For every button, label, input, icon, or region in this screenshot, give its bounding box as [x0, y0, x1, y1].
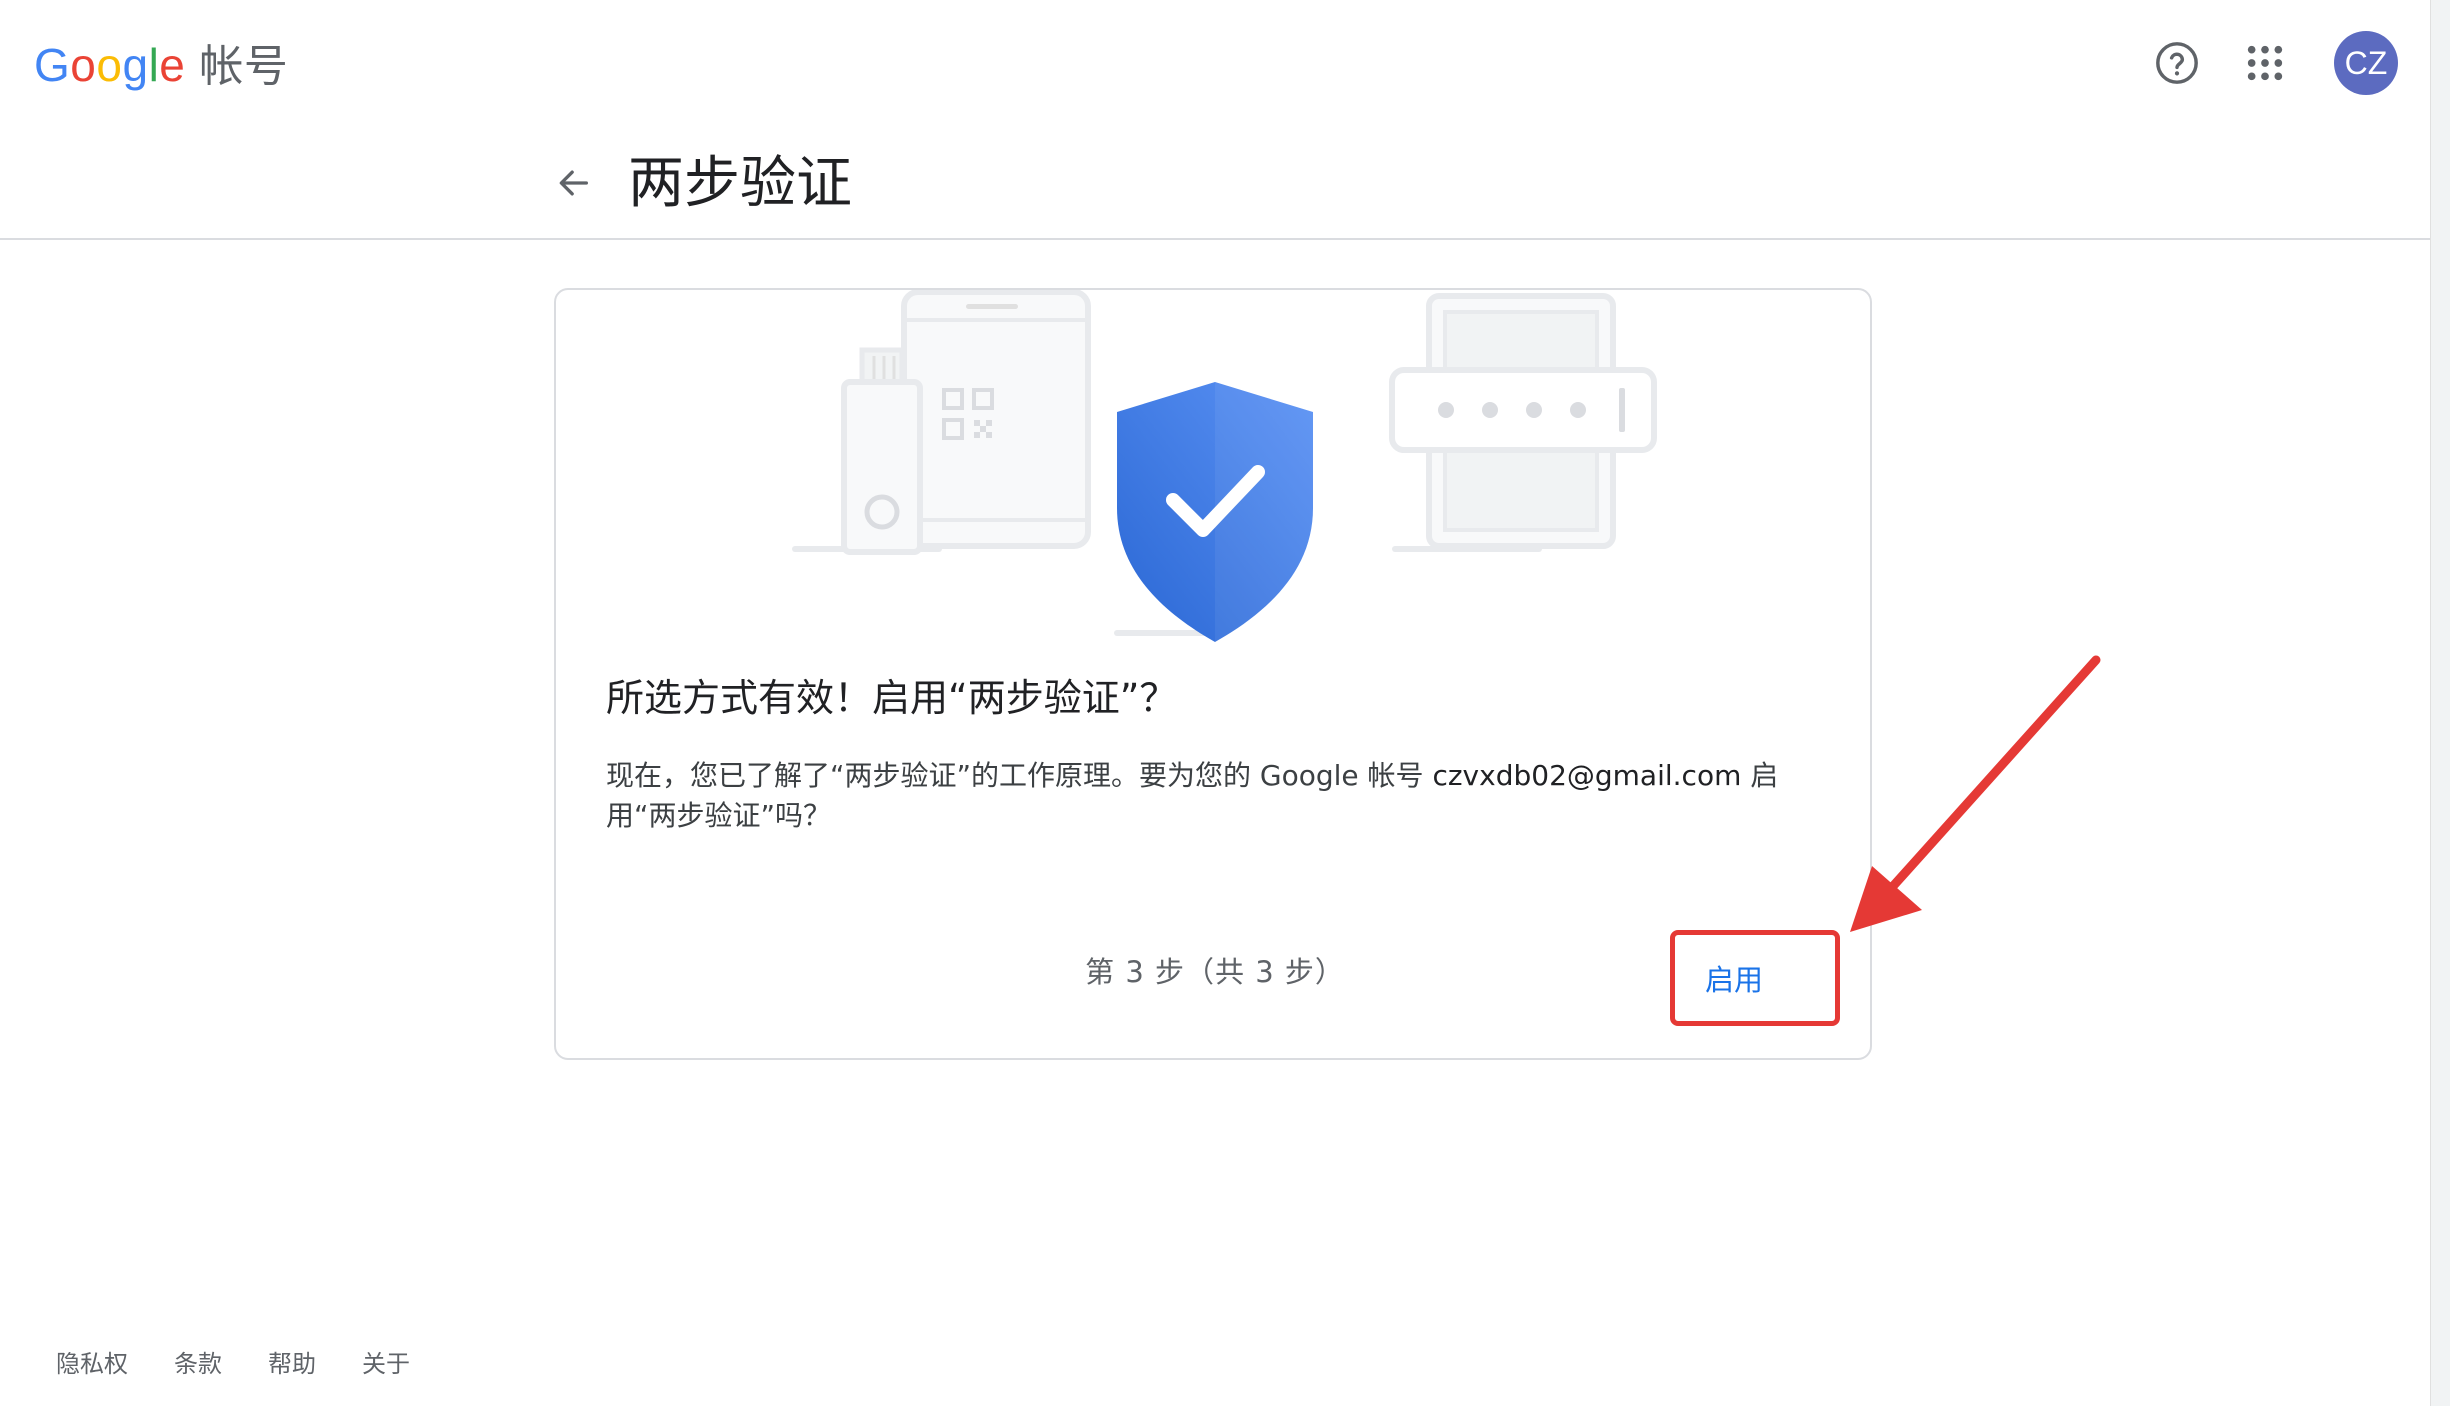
account-email: czvxdb02@gmail.com — [1432, 759, 1742, 792]
page-title: 两步验证 — [628, 151, 852, 216]
annotation-arrow-icon — [1850, 655, 2101, 932]
footer-link-help[interactable]: 帮助 — [268, 1344, 316, 1384]
logo-letter: g — [122, 39, 149, 91]
logo-letter: e — [159, 39, 186, 91]
logo-letter: o — [96, 39, 123, 91]
logo-letter: G — [34, 39, 71, 91]
page-header: 两步验证 — [0, 130, 2430, 240]
product-name: 帐号 — [199, 41, 289, 92]
description-text: 现在，您已了解了“两步验证”的工作原理。要为您的 Google 帐号 — [606, 759, 1433, 792]
help-circle-icon — [2156, 42, 2198, 84]
annotation-highlight-box: 启用 — [1670, 930, 1840, 1026]
account-avatar[interactable]: CZ — [2334, 31, 2398, 95]
logo-letter: o — [70, 39, 97, 91]
footer-link-privacy[interactable]: 隐私权 — [56, 1344, 128, 1384]
back-button[interactable] — [544, 154, 602, 212]
footer-link-terms[interactable]: 条款 — [174, 1344, 222, 1384]
help-icon[interactable] — [2142, 28, 2212, 98]
footer-link-about[interactable]: 关于 — [362, 1344, 410, 1384]
card-heading: 所选方式有效！启用“两步验证”？ — [606, 676, 1178, 720]
shield-checkmark-illustration — [1114, 382, 1313, 642]
security-key-and-phone-illustration — [792, 290, 1091, 555]
card-description: 现在，您已了解了“两步验证”的工作原理。要为您的 Google 帐号 czvxd… — [606, 756, 1838, 836]
top-app-bar: Google 帐号 CZ — [0, 0, 2450, 130]
logo-letter: l — [148, 39, 160, 91]
top-actions: CZ — [2124, 28, 2398, 98]
scrollbar-track[interactable] — [2430, 0, 2450, 1406]
google-account-logo[interactable]: Google 帐号 — [34, 30, 288, 102]
footer-links: 隐私权 条款 帮助 关于 — [56, 1344, 456, 1384]
password-field-illustration — [1389, 293, 1657, 552]
confirm-2sv-card: 所选方式有效！启用“两步验证”？ 现在，您已了解了“两步验证”的工作原理。要为您… — [554, 288, 1872, 1060]
enable-button[interactable]: 启用 — [1683, 945, 1827, 1011]
apps-grid-icon[interactable] — [2230, 28, 2300, 98]
arrow-back-icon — [559, 170, 588, 196]
apps-dots-icon — [2247, 45, 2283, 81]
two-step-illustration — [792, 290, 1657, 642]
